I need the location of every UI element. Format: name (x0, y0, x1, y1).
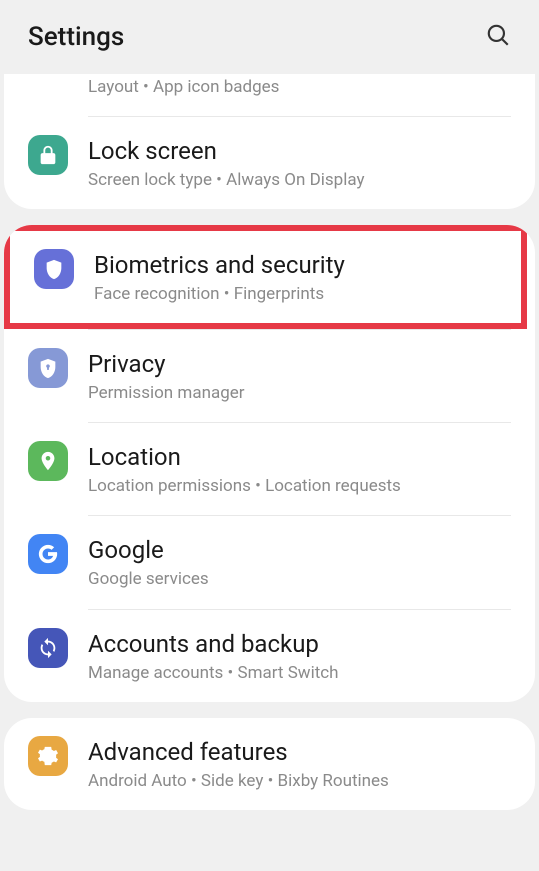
item-title: Location (88, 443, 511, 471)
item-subtitle: Screen lock type • Always On Display (88, 169, 511, 191)
sync-icon (28, 628, 68, 668)
settings-item-google[interactable]: Google Google services (4, 516, 535, 608)
item-content: Privacy Permission manager (88, 348, 511, 404)
item-title: Privacy (88, 350, 511, 378)
search-icon (485, 22, 511, 48)
gear-icon (28, 736, 68, 776)
item-title: Accounts and backup (88, 630, 511, 658)
settings-item-homescreen[interactable]: Layout • App icon badges (4, 74, 535, 116)
shield-icon (34, 249, 74, 289)
highlight-box: Biometrics and security Face recognition… (4, 225, 527, 329)
item-title: Advanced features (88, 738, 511, 766)
settings-item-biometrics[interactable]: Biometrics and security Face recognition… (10, 231, 521, 323)
privacy-icon (28, 348, 68, 388)
item-title: Biometrics and security (94, 251, 497, 279)
item-content: Layout • App icon badges (88, 74, 511, 98)
item-content: Biometrics and security Face recognition… (94, 249, 497, 305)
header: Settings (0, 0, 539, 74)
search-button[interactable] (485, 22, 511, 52)
item-content: Advanced features Android Auto • Side ke… (88, 736, 511, 792)
item-subtitle: Layout • App icon badges (88, 76, 511, 98)
item-content: Google Google services (88, 534, 511, 590)
settings-item-lockscreen[interactable]: Lock screen Screen lock type • Always On… (4, 117, 535, 209)
item-content: Accounts and backup Manage accounts • Sm… (88, 628, 511, 684)
settings-item-advanced[interactable]: Advanced features Android Auto • Side ke… (4, 718, 535, 810)
page-title: Settings (28, 22, 124, 52)
google-icon (28, 534, 68, 574)
item-title: Lock screen (88, 137, 511, 165)
settings-section-3: Advanced features Android Auto • Side ke… (4, 718, 535, 810)
settings-item-location[interactable]: Location Location permissions • Location… (4, 423, 535, 515)
item-title: Google (88, 536, 511, 564)
item-subtitle: Google services (88, 568, 511, 590)
settings-item-accounts[interactable]: Accounts and backup Manage accounts • Sm… (4, 610, 535, 702)
settings-section-1: Layout • App icon badges Lock screen Scr… (4, 74, 535, 209)
item-subtitle: Permission manager (88, 382, 511, 404)
settings-section-2: Biometrics and security Face recognition… (4, 225, 535, 701)
item-content: Location Location permissions • Location… (88, 441, 511, 497)
item-subtitle: Android Auto • Side key • Bixby Routines (88, 770, 511, 792)
item-subtitle: Location permissions • Location requests (88, 475, 511, 497)
item-subtitle: Face recognition • Fingerprints (94, 283, 497, 305)
item-subtitle: Manage accounts • Smart Switch (88, 662, 511, 684)
lock-icon (28, 135, 68, 175)
item-content: Lock screen Screen lock type • Always On… (88, 135, 511, 191)
location-icon (28, 441, 68, 481)
settings-item-privacy[interactable]: Privacy Permission manager (4, 330, 535, 422)
